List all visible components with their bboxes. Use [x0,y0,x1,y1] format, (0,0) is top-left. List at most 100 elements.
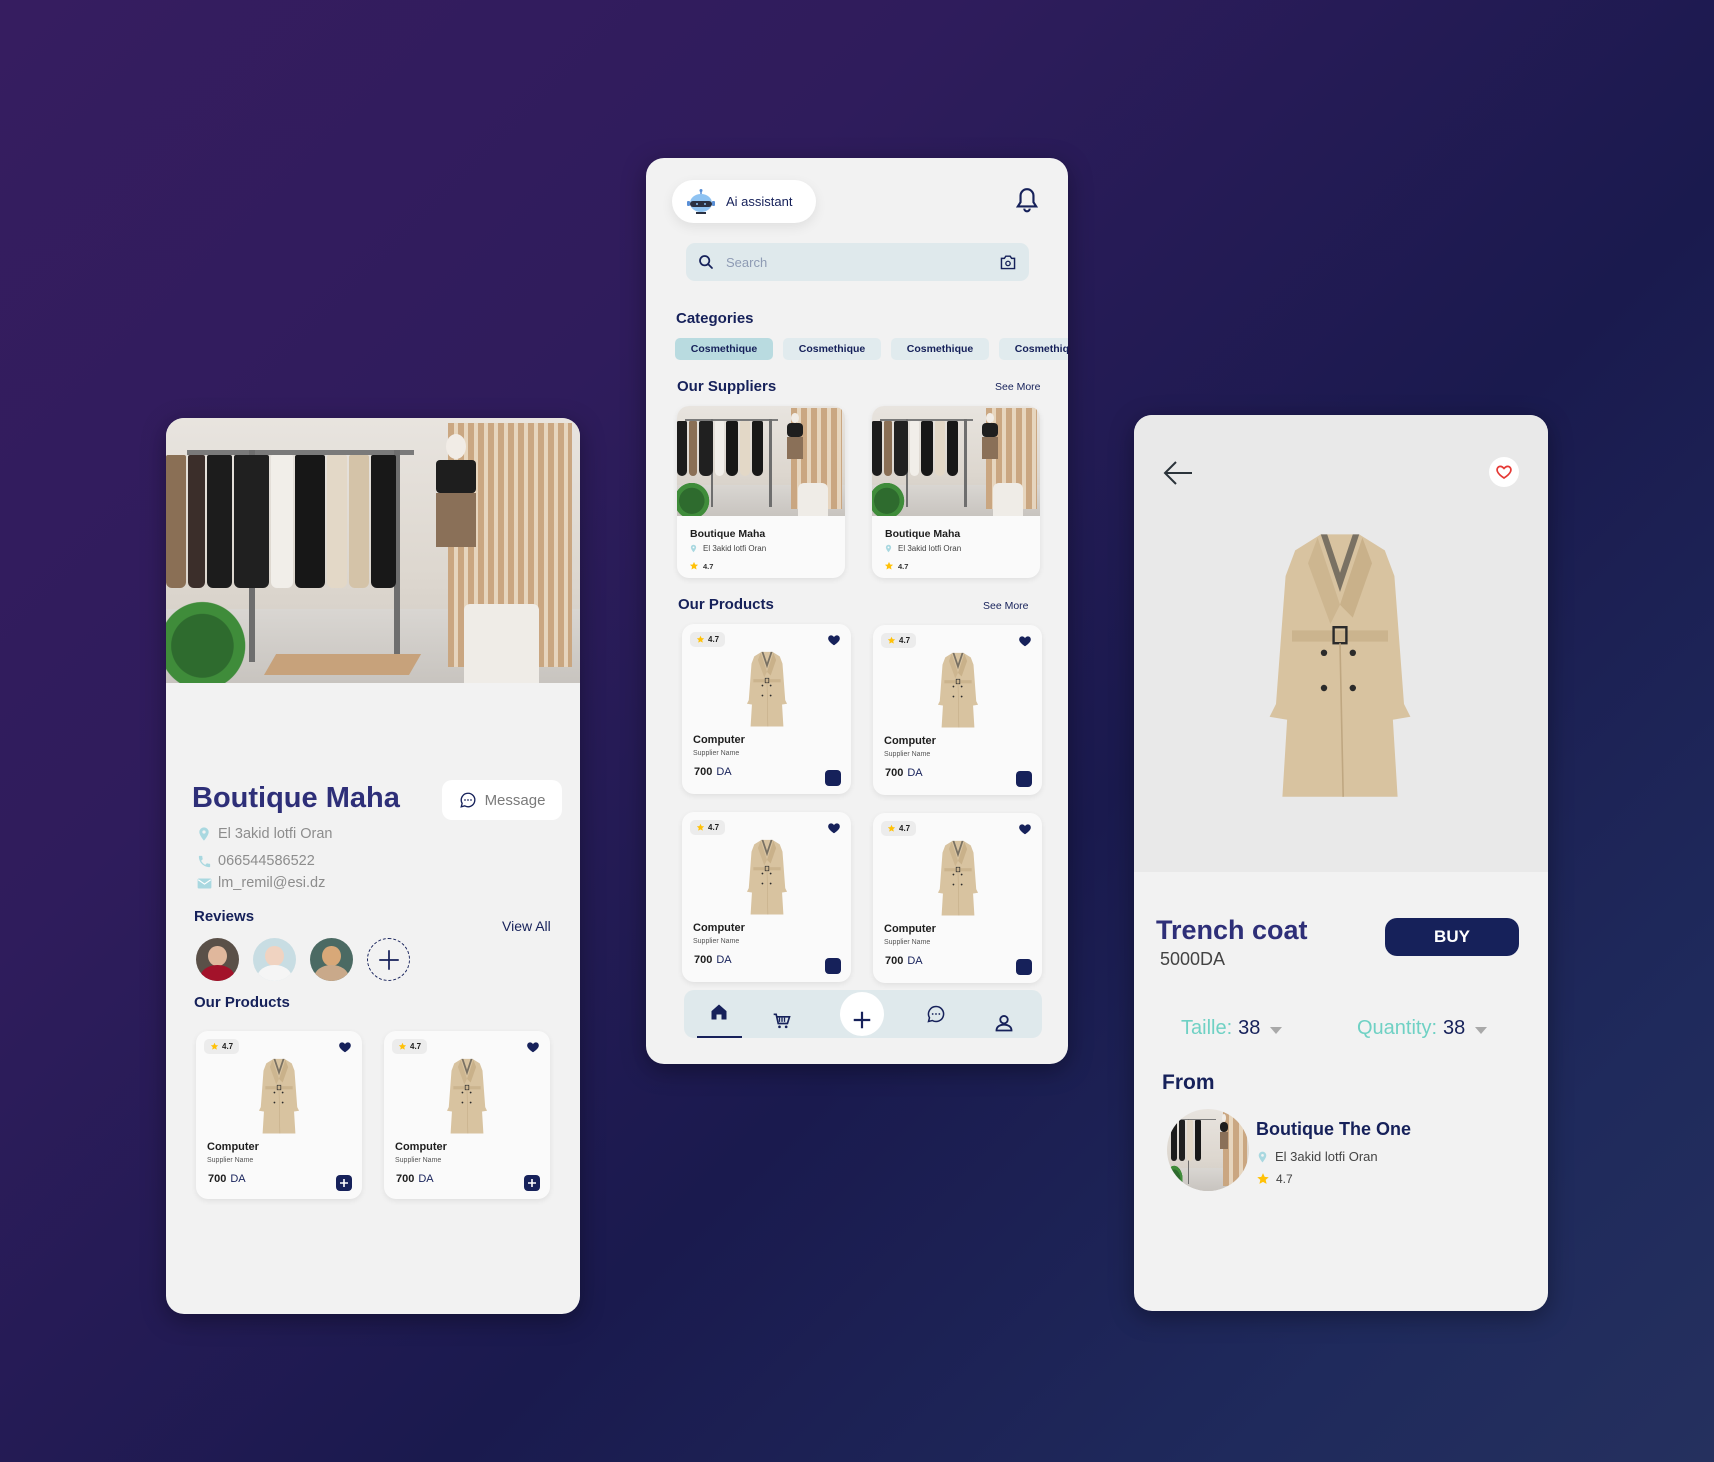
supplier-name: Supplier Name [693,750,740,757]
plus-icon [378,949,399,970]
seller-avatar[interactable] [1167,1109,1249,1191]
add-to-cart-button[interactable] [524,1175,540,1191]
product-price: 700 DA [694,766,732,778]
product-name: Computer [395,1141,447,1153]
supplier-card[interactable]: Boutique Maha El 3akid lotfi Oran 4.7 [677,406,845,578]
add-to-cart-button[interactable] [1016,771,1032,787]
home-screen: Ai assistant Categories Cosmethique Cosm… [646,158,1068,1064]
product-name: Computer [884,735,936,747]
suppliers-see-more-link[interactable]: See More [995,381,1041,393]
camera-icon[interactable] [999,254,1017,270]
location-pin-icon [196,826,212,842]
star-icon [887,824,896,833]
heart-icon[interactable] [827,633,841,647]
product-card[interactable]: 4.7 Computer Supplier Name 700 DA [682,812,851,982]
supplier-name: Supplier Name [693,938,740,945]
chat-bubble-icon [459,792,476,808]
add-to-cart-button[interactable] [1016,959,1032,975]
products-see-more-link[interactable]: See More [983,600,1029,612]
add-to-cart-button[interactable] [336,1175,352,1191]
favorite-button[interactable] [1489,457,1519,487]
tab-messages[interactable] [924,1002,948,1026]
plus-icon [853,1011,871,1029]
add-review-button[interactable] [367,938,410,981]
supplier-rating: 4.7 [884,561,908,571]
heart-icon[interactable] [338,1040,352,1054]
supplier-name: Supplier Name [884,751,931,758]
add-button[interactable] [840,992,884,1036]
supplier-name: Supplier Name [207,1157,254,1164]
mail-icon [196,875,212,891]
avatar[interactable] [310,938,353,981]
category-chip[interactable]: Cosmethique [675,338,773,360]
heart-icon[interactable] [827,821,841,835]
product-card[interactable]: 4.7 Computer Supplier Name 700 DA [384,1031,550,1199]
heart-icon[interactable] [1018,822,1032,836]
supplier-name: Supplier Name [884,939,931,946]
tab-cart[interactable] [770,1010,794,1032]
product-price: 700 DA [694,954,732,966]
product-card[interactable]: 4.7 Computer Supplier Name 700 DA [682,624,851,794]
quantity-value: 38 [1443,1017,1466,1039]
from-heading: From [1162,1071,1215,1094]
category-chip[interactable]: Cosmethique [891,338,989,360]
user-icon [995,1015,1013,1032]
rating-badge: 4.7 [204,1039,240,1054]
product-card[interactable]: 4.7 Computer Supplier Name 700 DA [873,625,1042,795]
avatar[interactable] [253,938,296,981]
supplier-photo [872,406,1040,516]
product-image [738,838,796,920]
product-price: 700 DA [208,1173,246,1185]
star-icon [887,636,896,645]
plus-icon [340,1179,348,1187]
message-button-label: Message [484,791,546,809]
quantity-label: Quantity: [1357,1017,1438,1039]
tab-profile[interactable] [992,1012,1016,1034]
search-input[interactable] [726,254,987,270]
search-icon [699,255,713,269]
products-grid: 4.7 Computer Supplier Name 700 DA 4.7 Com… [682,624,1042,984]
heart-outline-icon [1496,465,1512,479]
active-tab-indicator [697,1036,742,1038]
message-button[interactable]: Message [442,780,562,820]
buy-button[interactable]: BUY [1385,918,1519,956]
product-price: 700 DA [885,767,923,779]
product-card[interactable]: 4.7 Computer Supplier Name 700 DA [196,1031,362,1199]
star-icon [696,635,705,644]
search-bar[interactable] [686,243,1029,281]
product-price: 700 DA [885,955,923,967]
back-button[interactable] [1162,459,1194,487]
category-chip[interactable]: Cosmethique [783,338,881,360]
heart-icon[interactable] [526,1040,540,1054]
product-name: Computer [884,923,936,935]
add-to-cart-button[interactable] [825,770,841,786]
product-name: Computer [693,734,745,746]
product-image [929,839,987,921]
product-price: 5000DA [1160,949,1226,969]
product-price: 700 DA [396,1173,434,1185]
heart-icon[interactable] [1018,634,1032,648]
tab-home[interactable] [704,1000,734,1024]
quantity-selector[interactable]: Quantity: 38 [1357,1017,1488,1040]
arrow-left-icon [1163,461,1192,485]
size-value: 38 [1238,1017,1261,1039]
product-card[interactable]: 4.7 Computer Supplier Name 700 DA [873,813,1042,983]
store-profile-screen: Boutique Maha Message El 3akid lotfi Ora… [166,418,580,1314]
supplier-name: Boutique Maha [885,528,961,540]
supplier-name: Supplier Name [395,1157,442,1164]
supplier-rating: 4.7 [689,561,713,571]
notification-bell-icon[interactable] [1014,186,1040,214]
category-chip[interactable]: Cosmethique [999,338,1068,360]
category-chips: Cosmethique Cosmethique Cosmethique Cosm… [675,338,1068,360]
ai-assistant-button[interactable]: Ai assistant [672,180,816,223]
add-to-cart-button[interactable] [825,958,841,974]
reviewer-avatars [196,938,410,981]
avatar[interactable] [196,938,239,981]
categories-heading: Categories [676,310,754,327]
supplier-card[interactable]: Boutique Maha El 3akid lotfi Oran 4.7 [872,406,1040,578]
seller-name[interactable]: Boutique The One [1256,1119,1411,1140]
bottom-tab-bar [684,990,1042,1038]
view-all-reviews-link[interactable]: View All [502,918,551,934]
size-selector[interactable]: Taille: 38 [1181,1017,1283,1040]
location-pin-icon [884,544,893,553]
